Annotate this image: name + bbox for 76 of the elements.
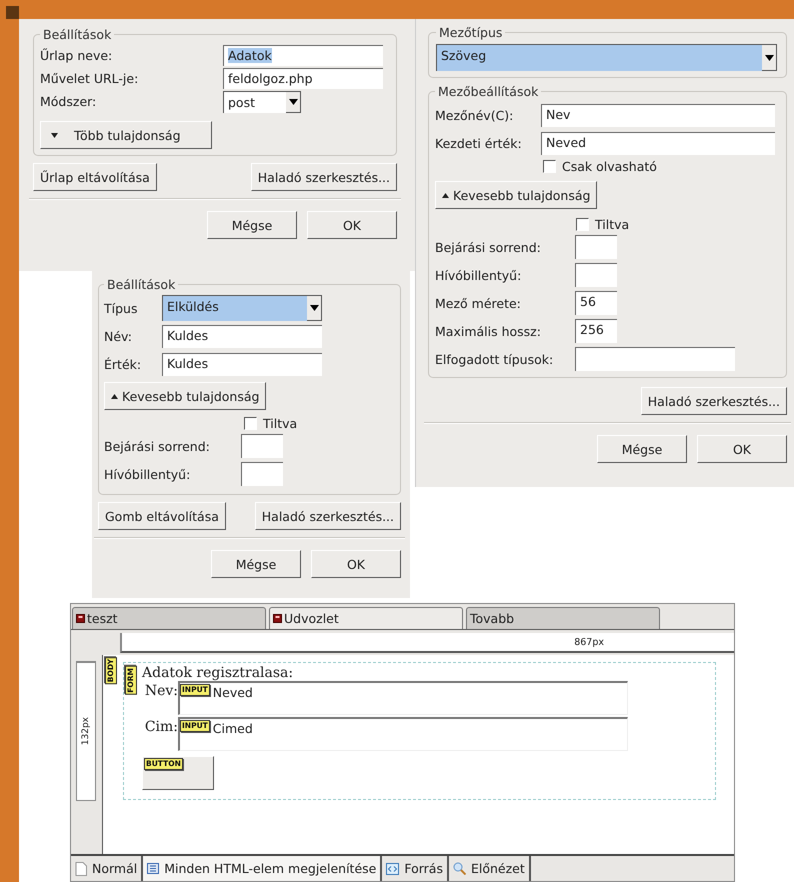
- document-tab[interactable]: teszt: [72, 607, 266, 629]
- dropdown[interactable]: post: [223, 90, 301, 112]
- text-field[interactable]: Nev: [541, 104, 775, 126]
- text-field[interactable]: 256: [575, 319, 617, 343]
- field-label: Hívóbillentyű:: [435, 268, 522, 282]
- field-label: Módszer:: [40, 94, 98, 109]
- field-label: Elfogadott típusok:: [435, 352, 554, 366]
- table-icon: [147, 863, 160, 874]
- dialog-button[interactable]: OK: [697, 435, 787, 463]
- more-properties-button[interactable]: Több tulajdonság: [40, 121, 212, 149]
- code-icon: [386, 862, 400, 874]
- field-label: Név:: [104, 328, 133, 344]
- dropdown[interactable]: Elküldés: [162, 295, 322, 321]
- text-field[interactable]: Kuldes: [162, 324, 322, 348]
- remove-button-button[interactable]: Gomb eltávolítása: [98, 502, 226, 530]
- fewer-properties-button[interactable]: Kevesebb tulajdonság: [104, 382, 266, 410]
- checkbox-label: Tiltva: [595, 216, 630, 232]
- group-title: Mezőbeállítások: [437, 84, 540, 99]
- checkbox[interactable]: [543, 160, 556, 172]
- field-label: Bejárási sorrend:: [435, 240, 542, 254]
- field-label: Érték:: [104, 356, 142, 372]
- document-tab[interactable]: Udvozlet: [269, 607, 463, 629]
- dialog-button[interactable]: Mégse: [211, 550, 301, 578]
- text-field[interactable]: Neved: [541, 132, 775, 154]
- view-tab[interactable]: Előnézet: [448, 856, 531, 881]
- text-field[interactable]: [241, 462, 283, 486]
- field-label: Művelet URL-je:: [40, 71, 140, 86]
- checkbox[interactable]: [244, 416, 257, 430]
- vertical-ruler: 132px: [76, 661, 96, 801]
- fewer-properties-button[interactable]: Kevesebb tulajdonság: [435, 181, 598, 209]
- dialog-button[interactable]: Mégse: [597, 435, 687, 463]
- view-tab[interactable]: Forrás: [382, 856, 449, 881]
- input-label: Cim:: [144, 719, 178, 735]
- dropdown[interactable]: Szöveg: [436, 44, 777, 71]
- advanced-edit-button[interactable]: Haladó szerkesztés...: [254, 502, 401, 530]
- triangle-icon: [111, 394, 118, 398]
- field-label: Mező mérete:: [435, 296, 522, 310]
- field-label: Hívóbillentyű:: [104, 466, 192, 482]
- field-label: Kezdeti érték:: [435, 136, 523, 150]
- form-heading: Adatok regisztralasa:: [142, 665, 294, 681]
- checkbox-label: Csak olvasható: [562, 158, 657, 174]
- view-tab[interactable]: Minden HTML-elem megjelenítése: [143, 856, 382, 881]
- checkbox-label: Tiltva: [263, 416, 298, 430]
- text-field[interactable]: [575, 235, 617, 259]
- field-label: Mezőnév(C):: [435, 108, 514, 122]
- horizontal-ruler: 867px: [120, 633, 734, 653]
- modified-icon: [273, 614, 282, 623]
- page-icon: [75, 862, 87, 876]
- triangle-icon: [51, 132, 58, 138]
- text-field[interactable]: [575, 347, 735, 371]
- field-label: Típus: [104, 300, 138, 316]
- checkbox[interactable]: [576, 218, 589, 230]
- group-title: Beállítások: [106, 277, 176, 292]
- dialog-button[interactable]: Mégse: [207, 211, 297, 239]
- magnifier-icon: [452, 862, 466, 875]
- input-label: Nev:: [144, 683, 178, 699]
- group-title: Beállítások: [42, 27, 112, 42]
- field-label: Maximális hossz:: [435, 324, 542, 338]
- text-field[interactable]: [575, 263, 617, 287]
- text-field[interactable]: [241, 434, 283, 458]
- triangle-icon: [442, 192, 449, 198]
- text-field[interactable]: feldolgoz.php: [223, 68, 383, 89]
- text-field[interactable]: Kuldes: [162, 352, 322, 376]
- advanced-edit-button[interactable]: Haladó szerkesztés...: [640, 387, 787, 415]
- text-field[interactable]: 56: [575, 291, 617, 315]
- group-title: Mezőtípus: [438, 25, 504, 40]
- dialog-button[interactable]: OK: [307, 211, 397, 239]
- modified-icon: [76, 614, 85, 623]
- field-label: Bejárási sorrend:: [104, 438, 211, 454]
- remove-form-button[interactable]: Űrlap eltávolítása: [33, 163, 157, 191]
- advanced-edit-button[interactable]: Haladó szerkesztés...: [250, 163, 397, 191]
- dialog-button[interactable]: OK: [311, 550, 401, 578]
- document-tab[interactable]: Tovabb: [466, 607, 660, 629]
- corner-block: [6, 6, 19, 19]
- field-label: Űrlap neve:: [40, 48, 114, 63]
- text-field[interactable]: Adatok: [223, 45, 383, 66]
